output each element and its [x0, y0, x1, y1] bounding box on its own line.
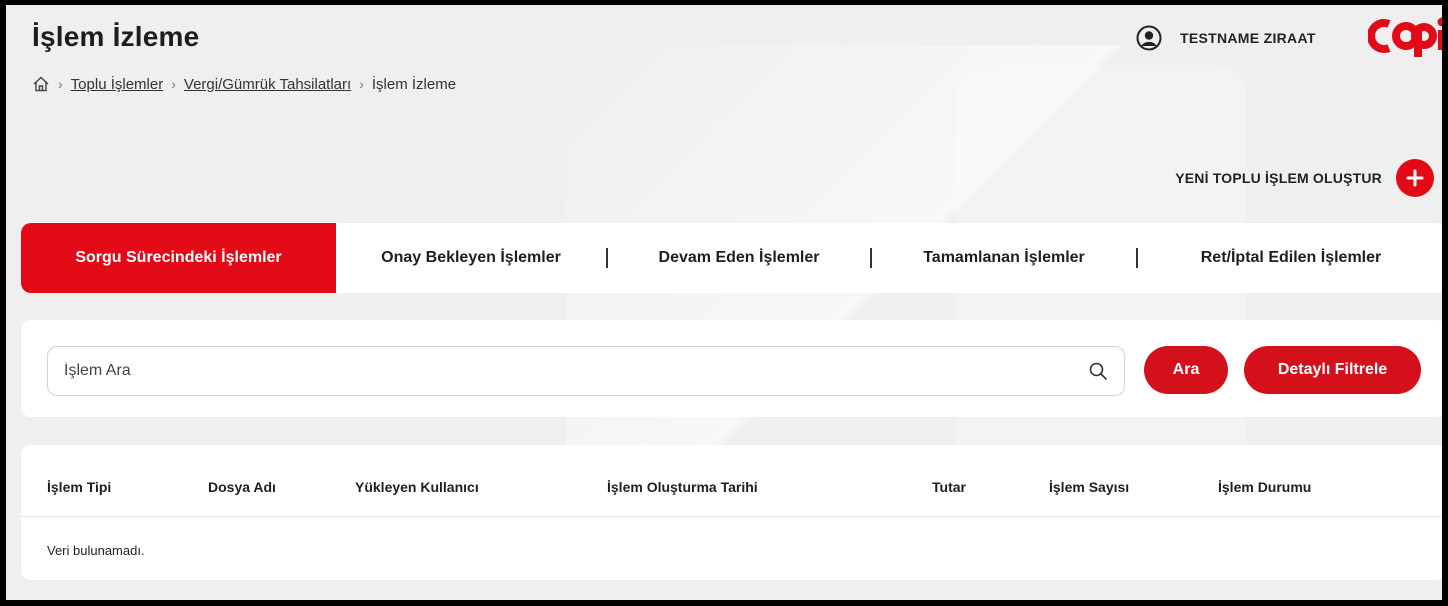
search-button[interactable]: Ara — [1144, 346, 1228, 394]
breadcrumb-current: İşlem İzleme — [371, 75, 457, 93]
breadcrumb-separator: › — [58, 76, 63, 92]
page-title: İşlem İzleme — [32, 21, 200, 52]
breadcrumb-separator: › — [359, 76, 364, 92]
page: İşlem İzleme › Toplu İşlemler › Vergi/Gü… — [6, 5, 1442, 600]
table-header: İşlem Tipi Dosya Adı Yükleyen Kullanıcı … — [21, 445, 1442, 517]
tab-ret-iptal[interactable]: Ret/İptal Edilen İşlemler — [1138, 223, 1442, 293]
tab-sorgu-surecindeki[interactable]: Sorgu Sürecindeki İşlemler — [21, 223, 336, 293]
user-avatar-icon[interactable] — [1136, 25, 1162, 51]
column-header-dosya-adi[interactable]: Dosya Adı — [208, 479, 276, 495]
user-name: TESTNAME ZIRAAT — [1180, 30, 1316, 46]
plus-icon — [1406, 169, 1424, 187]
column-header-yukleyen-kullanici[interactable]: Yükleyen Kullanıcı — [355, 479, 479, 495]
breadcrumb-link-vergi-gumruk[interactable]: Vergi/Gümrük Tahsilatları — [184, 76, 351, 93]
breadcrumb: › Toplu İşlemler › Vergi/Gümrük Tahsilat… — [32, 75, 456, 93]
tab-onay-bekleyen[interactable]: Onay Bekleyen İşlemler — [336, 223, 606, 293]
user-menu[interactable]: TESTNAME ZIRAAT — [1136, 25, 1316, 51]
column-header-tutar[interactable]: Tutar — [932, 479, 966, 495]
breadcrumb-separator: › — [171, 76, 176, 92]
search-box[interactable] — [47, 346, 1125, 396]
detailed-filter-button[interactable]: Detaylı Filtrele — [1244, 346, 1421, 394]
new-bulk-action[interactable]: YENİ TOPLU İŞLEM OLUŞTUR — [1175, 159, 1434, 197]
status-tabs: Sorgu Sürecindeki İşlemler Onay Bekleyen… — [21, 223, 1442, 293]
search-panel: Ara Detaylı Filtrele — [21, 320, 1442, 417]
brand-logo — [1367, 15, 1442, 59]
column-header-olusturma-tarihi[interactable]: İşlem Oluşturma Tarihi — [607, 479, 758, 495]
transactions-table: İşlem Tipi Dosya Adı Yükleyen Kullanıcı … — [21, 445, 1442, 580]
search-icon[interactable] — [1088, 361, 1108, 381]
add-bulk-button[interactable] — [1396, 159, 1434, 197]
breadcrumb-link-toplu-islemler[interactable]: Toplu İşlemler — [71, 76, 164, 93]
home-icon[interactable] — [32, 75, 50, 93]
empty-state-text: Veri bulunamadı. — [47, 543, 145, 558]
column-header-islem-sayisi[interactable]: İşlem Sayısı — [1049, 479, 1129, 495]
tab-tamamlanan[interactable]: Tamamlanan İşlemler — [872, 223, 1136, 293]
new-bulk-label[interactable]: YENİ TOPLU İŞLEM OLUŞTUR — [1175, 170, 1382, 186]
search-input[interactable] — [64, 362, 1088, 380]
tab-devam-eden[interactable]: Devam Eden İşlemler — [608, 223, 870, 293]
column-header-islem-durumu[interactable]: İşlem Durumu — [1218, 479, 1311, 495]
column-header-islem-tipi[interactable]: İşlem Tipi — [47, 479, 111, 495]
